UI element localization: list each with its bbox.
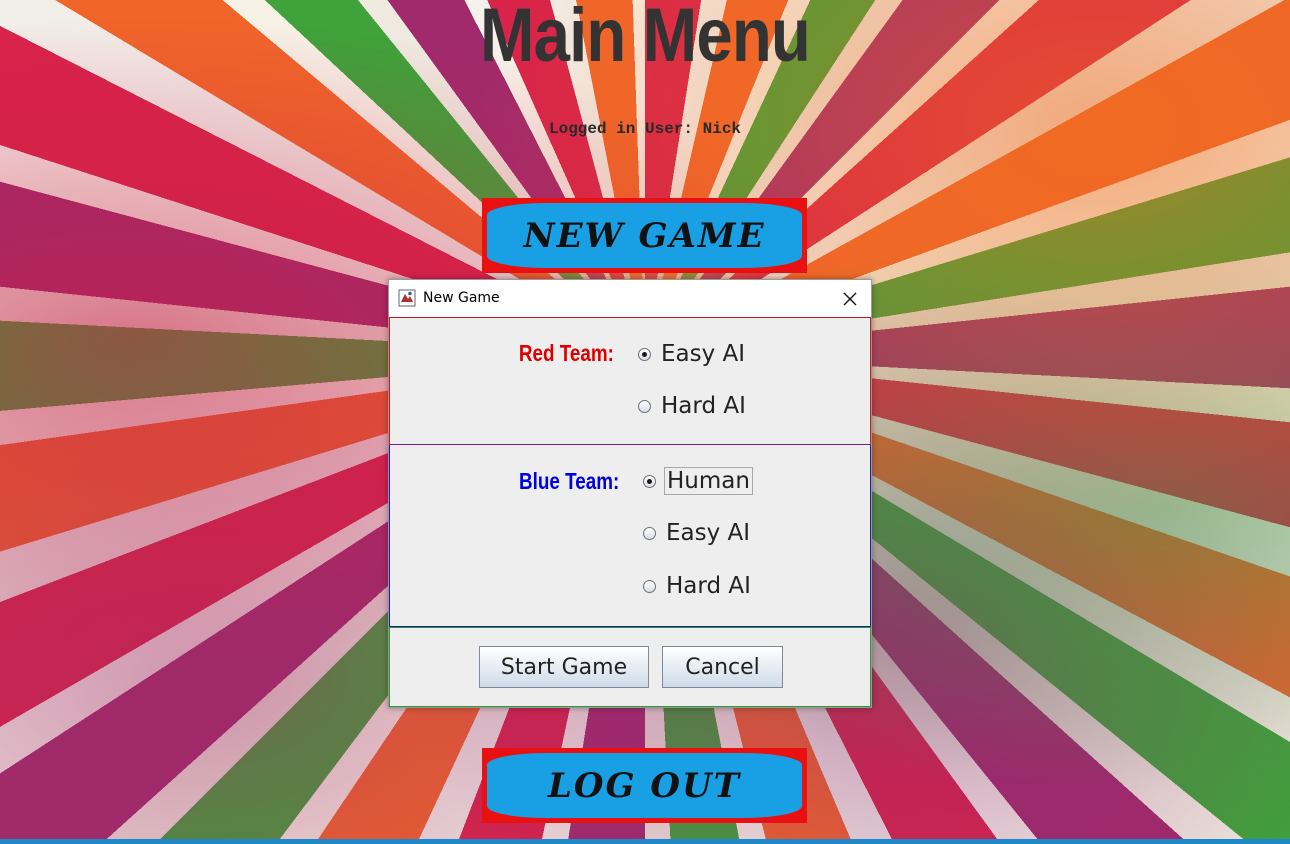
red-team-label: Red Team: [518, 340, 614, 366]
dialog-button-bar: Start Game Cancel [389, 627, 871, 707]
new-game-button-label: NEW GAME [487, 203, 802, 268]
radio-label: Easy AI [666, 520, 751, 546]
log-out-button-label: LOG OUT [487, 753, 802, 818]
radio-unselected-icon [643, 579, 656, 593]
radio-unselected-icon [643, 526, 656, 540]
radio-selected-icon [638, 347, 651, 361]
log-out-button[interactable]: LOG OUT [482, 748, 807, 823]
close-icon[interactable] [839, 288, 861, 310]
blue-team-option-hard-ai[interactable]: Hard AI [643, 573, 753, 599]
dialog-title: New Game [423, 290, 500, 306]
bottom-strip [0, 839, 1290, 844]
java-app-icon [398, 289, 416, 307]
radio-label: Human [664, 467, 753, 495]
cancel-button[interactable]: Cancel [662, 646, 783, 688]
blue-team-option-human[interactable]: Human [643, 467, 753, 495]
radio-unselected-icon [638, 399, 651, 413]
dialog-titlebar[interactable]: New Game [389, 280, 871, 317]
radio-label: Easy AI [661, 341, 746, 367]
logged-in-user-text: Logged in User: Nick [548, 120, 742, 138]
red-team-section: Red Team: Easy AI Hard AI [389, 317, 871, 445]
blue-team-label: Blue Team: [518, 468, 619, 494]
blue-team-option-easy-ai[interactable]: Easy AI [643, 520, 752, 546]
red-team-option-hard-ai[interactable]: Hard AI [638, 393, 748, 419]
blue-team-section: Blue Team: Human Easy AI Hard AI [389, 445, 871, 627]
radio-label: Hard AI [666, 573, 751, 599]
new-game-button[interactable]: NEW GAME [482, 198, 807, 273]
radio-selected-icon [643, 474, 656, 488]
start-game-button[interactable]: Start Game [479, 646, 649, 688]
new-game-dialog: New Game Red Team: Easy AI Hard AI Blue … [388, 279, 872, 708]
radio-label: Hard AI [661, 393, 746, 419]
red-team-option-easy-ai[interactable]: Easy AI [638, 341, 747, 367]
page-title: Main Menu [480, 0, 811, 78]
